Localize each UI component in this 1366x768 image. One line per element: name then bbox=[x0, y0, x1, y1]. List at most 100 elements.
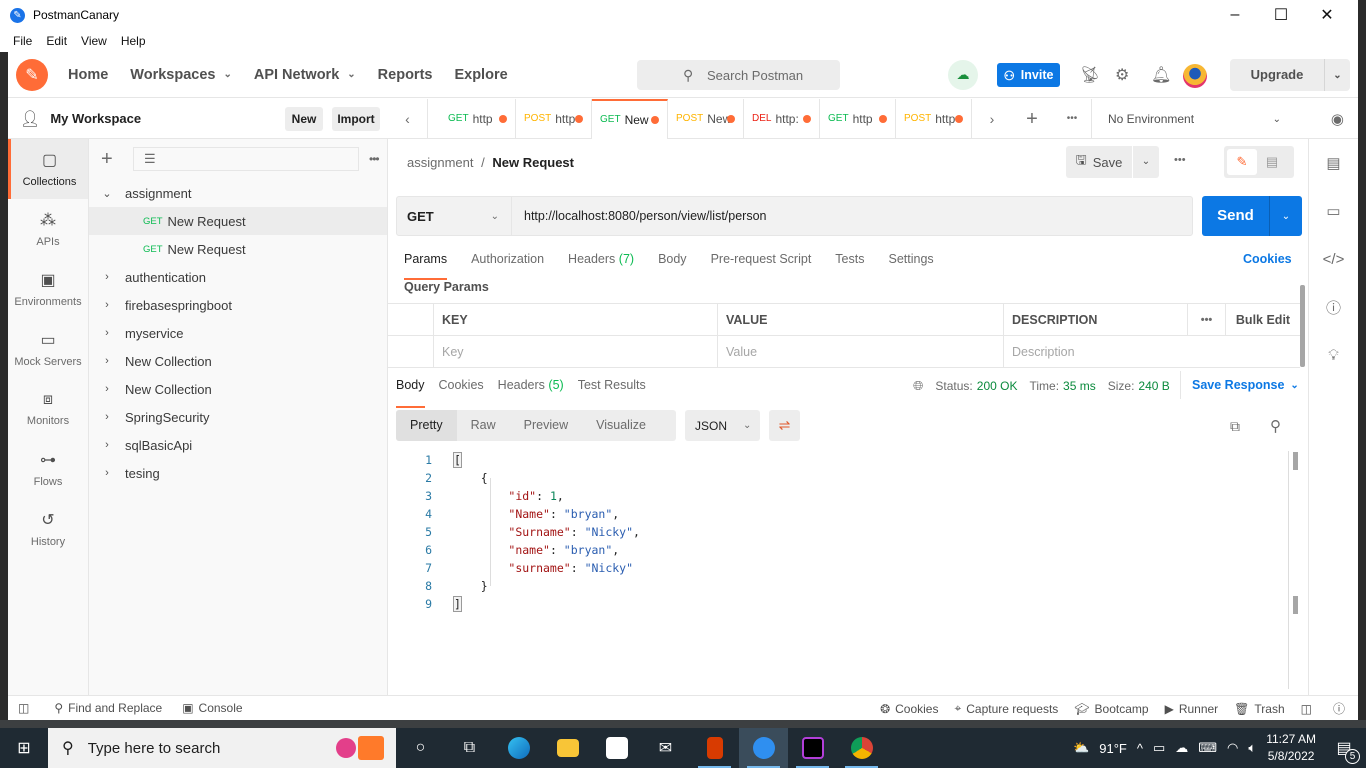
chevron-down-icon[interactable]: ⌄ bbox=[1325, 70, 1350, 81]
taskbar-clock[interactable]: 11:27 AM 5/8/2022 bbox=[1266, 731, 1316, 765]
params-scrollbar[interactable] bbox=[1300, 285, 1305, 367]
request-item[interactable]: GET New Request bbox=[89, 207, 387, 235]
new-tab-icon[interactable]: + bbox=[1012, 99, 1052, 139]
request-item[interactable]: GET New Request bbox=[89, 235, 387, 263]
nav-workspaces[interactable]: Workspaces ⌄ bbox=[130, 67, 232, 83]
onedrive-paused-icon[interactable]: ☁ bbox=[1175, 740, 1188, 756]
request-tab[interactable]: GET http bbox=[440, 98, 516, 139]
response-tab-body[interactable]: Body bbox=[396, 378, 425, 408]
collection-item[interactable]: › myservice bbox=[89, 319, 387, 347]
menu-view[interactable]: View bbox=[81, 34, 107, 48]
weather-temperature[interactable]: 91°F bbox=[1099, 741, 1127, 756]
request-tab[interactable]: GET New bbox=[592, 98, 668, 139]
documentation-icon[interactable]: ▤ bbox=[1309, 139, 1358, 187]
nav-api-network[interactable]: API Network ⌄ bbox=[254, 67, 356, 83]
nav-home[interactable]: Home bbox=[68, 67, 108, 83]
add-collection-button[interactable]: + bbox=[101, 148, 125, 171]
volume-icon[interactable]: 🔈︎ bbox=[1248, 740, 1256, 756]
copy-icon[interactable]: ⧉ bbox=[1230, 418, 1240, 435]
sidebar-item-flows[interactable]: ⊶ Flows bbox=[8, 439, 88, 499]
wifi-icon[interactable]: ◠ bbox=[1227, 740, 1238, 756]
cloud-sync-status-icon[interactable]: ☁ bbox=[948, 60, 978, 90]
response-body[interactable]: 1[2 {3 "id": 1,4 "Name": "bryan", 5 "Surn… bbox=[396, 451, 1289, 694]
menu-file[interactable]: File bbox=[13, 34, 32, 48]
eye-icon[interactable]: ◉ bbox=[1331, 110, 1344, 128]
more-options-icon[interactable]: ••• bbox=[1174, 154, 1186, 166]
close-button[interactable]: ✕ bbox=[1304, 0, 1350, 30]
send-options-chevron-icon[interactable]: ⌄ bbox=[1270, 211, 1302, 222]
collection-item[interactable]: ⌄ assignment bbox=[89, 179, 387, 207]
chrome-icon[interactable] bbox=[837, 728, 886, 768]
comment-icon[interactable]: ▤ bbox=[1257, 149, 1287, 175]
toggle-sidebar-button[interactable]: ◫ bbox=[18, 701, 34, 715]
two-pane-view-button[interactable]: ◫ bbox=[1301, 702, 1317, 716]
save-response-button[interactable]: Save Response ⌄ bbox=[1180, 371, 1299, 399]
response-tab-cookies[interactable]: Cookies bbox=[439, 378, 484, 402]
send-button[interactable]: Send ⌄ bbox=[1202, 196, 1302, 236]
gear-icon[interactable]: ⚙ bbox=[1115, 65, 1129, 85]
meet-now-icon[interactable]: ▭ bbox=[1153, 740, 1165, 756]
mail-icon[interactable]: ✉ bbox=[641, 728, 690, 768]
bell-icon[interactable]: 🔔︎ bbox=[1151, 65, 1171, 85]
input-method-icon[interactable]: ⌨ bbox=[1198, 740, 1217, 756]
invite-button[interactable]: ⚇ Invite bbox=[997, 63, 1060, 87]
maximize-button[interactable]: ☐ bbox=[1258, 0, 1304, 30]
tabs-scroll-left-icon[interactable]: ‹ bbox=[388, 98, 428, 139]
method-select[interactable]: GET ⌄ bbox=[397, 197, 512, 235]
view-mode-raw[interactable]: Raw bbox=[457, 410, 510, 441]
sidebar-item-collections[interactable]: ▢ Collections bbox=[8, 139, 88, 199]
sidebar-item-history[interactable]: ↺ History bbox=[8, 499, 88, 559]
view-mode-pretty[interactable]: Pretty bbox=[396, 410, 457, 441]
sidebar-item-monitors[interactable]: ⧈ Monitors bbox=[8, 379, 88, 439]
tab-body[interactable]: Body bbox=[658, 252, 687, 278]
tab-pre-request-script[interactable]: Pre-request Script bbox=[711, 252, 812, 278]
collection-item[interactable]: › authentication bbox=[89, 263, 387, 291]
bootcamp-button[interactable]: 🎓︎ Bootcamp bbox=[1074, 702, 1148, 716]
bulk-edit-button[interactable]: Bulk Edit bbox=[1226, 313, 1300, 327]
tab-settings[interactable]: Settings bbox=[888, 252, 933, 278]
import-button[interactable]: Import bbox=[332, 107, 380, 131]
taskbar-search-input[interactable]: ⚲ Type here to search bbox=[48, 728, 396, 768]
url-input[interactable]: http://localhost:8080/person/view/list/p… bbox=[512, 209, 767, 223]
view-mode-visualize[interactable]: Visualize bbox=[582, 410, 660, 441]
weather-icon[interactable]: ⛅ bbox=[1073, 740, 1089, 756]
tab-params[interactable]: Params bbox=[404, 252, 448, 280]
description-input[interactable]: Description bbox=[1004, 336, 1300, 368]
upgrade-button[interactable]: Upgrade ⌄ bbox=[1230, 59, 1350, 91]
file-explorer-icon[interactable] bbox=[543, 728, 592, 768]
runner-button[interactable]: ▶ Runner bbox=[1165, 702, 1219, 716]
find-and-replace-button[interactable]: ⚲ Find and Replace bbox=[54, 701, 162, 715]
code-snippet-icon[interactable]: </> bbox=[1309, 235, 1358, 283]
capture-requests-button[interactable]: ⌖ Capture requests bbox=[954, 701, 1058, 716]
request-tab[interactable]: POST http bbox=[896, 98, 972, 139]
collection-item[interactable]: › SpringSecurity bbox=[89, 403, 387, 431]
microsoft-store-icon[interactable] bbox=[592, 728, 641, 768]
sidebar-item-apis[interactable]: ⁂ APIs bbox=[8, 199, 88, 259]
show-hidden-icons-chevron[interactable]: ^ bbox=[1137, 741, 1143, 756]
request-tab[interactable]: POST New bbox=[668, 98, 744, 139]
action-center-icon[interactable]: ▤ 5 bbox=[1330, 734, 1360, 764]
intellij-idea-icon[interactable] bbox=[788, 728, 837, 768]
help-button[interactable]: ⓘ bbox=[1333, 700, 1350, 717]
search-icon[interactable]: ⚲ bbox=[1270, 417, 1281, 435]
sidebar-item-mock-servers[interactable]: ▭ Mock Servers bbox=[8, 319, 88, 379]
windows-start-icon[interactable]: ⊞ bbox=[0, 728, 48, 768]
trash-button[interactable]: 🗑︎ Trash bbox=[1234, 702, 1284, 716]
postman-canary-taskbar-icon[interactable] bbox=[739, 728, 788, 768]
related-collections-lightbulb-icon[interactable]: 💡︎ bbox=[1309, 331, 1358, 379]
value-input[interactable]: Value bbox=[718, 335, 1004, 368]
minimize-button[interactable]: – bbox=[1212, 0, 1258, 30]
response-tab-headers[interactable]: Headers (5) bbox=[498, 378, 564, 402]
collection-item[interactable]: › New Collection bbox=[89, 375, 387, 403]
key-input[interactable]: Key bbox=[434, 335, 718, 368]
tab-headers[interactable]: Headers (7) bbox=[568, 252, 634, 278]
save-options-chevron-icon[interactable]: ⌄ bbox=[1133, 146, 1159, 178]
tab-options-icon[interactable]: ••• bbox=[1052, 99, 1092, 139]
workspace-name[interactable]: My Workspace bbox=[50, 111, 141, 126]
cortana-icon[interactable]: ○ bbox=[396, 728, 445, 768]
tabs-scroll-right-icon[interactable]: › bbox=[972, 99, 1012, 139]
console-button[interactable]: ▣ Console bbox=[182, 701, 242, 715]
postman-logo-icon[interactable]: ✎ bbox=[16, 58, 48, 91]
cookies-link[interactable]: Cookies bbox=[1243, 252, 1292, 266]
view-mode-preview[interactable]: Preview bbox=[510, 410, 582, 441]
